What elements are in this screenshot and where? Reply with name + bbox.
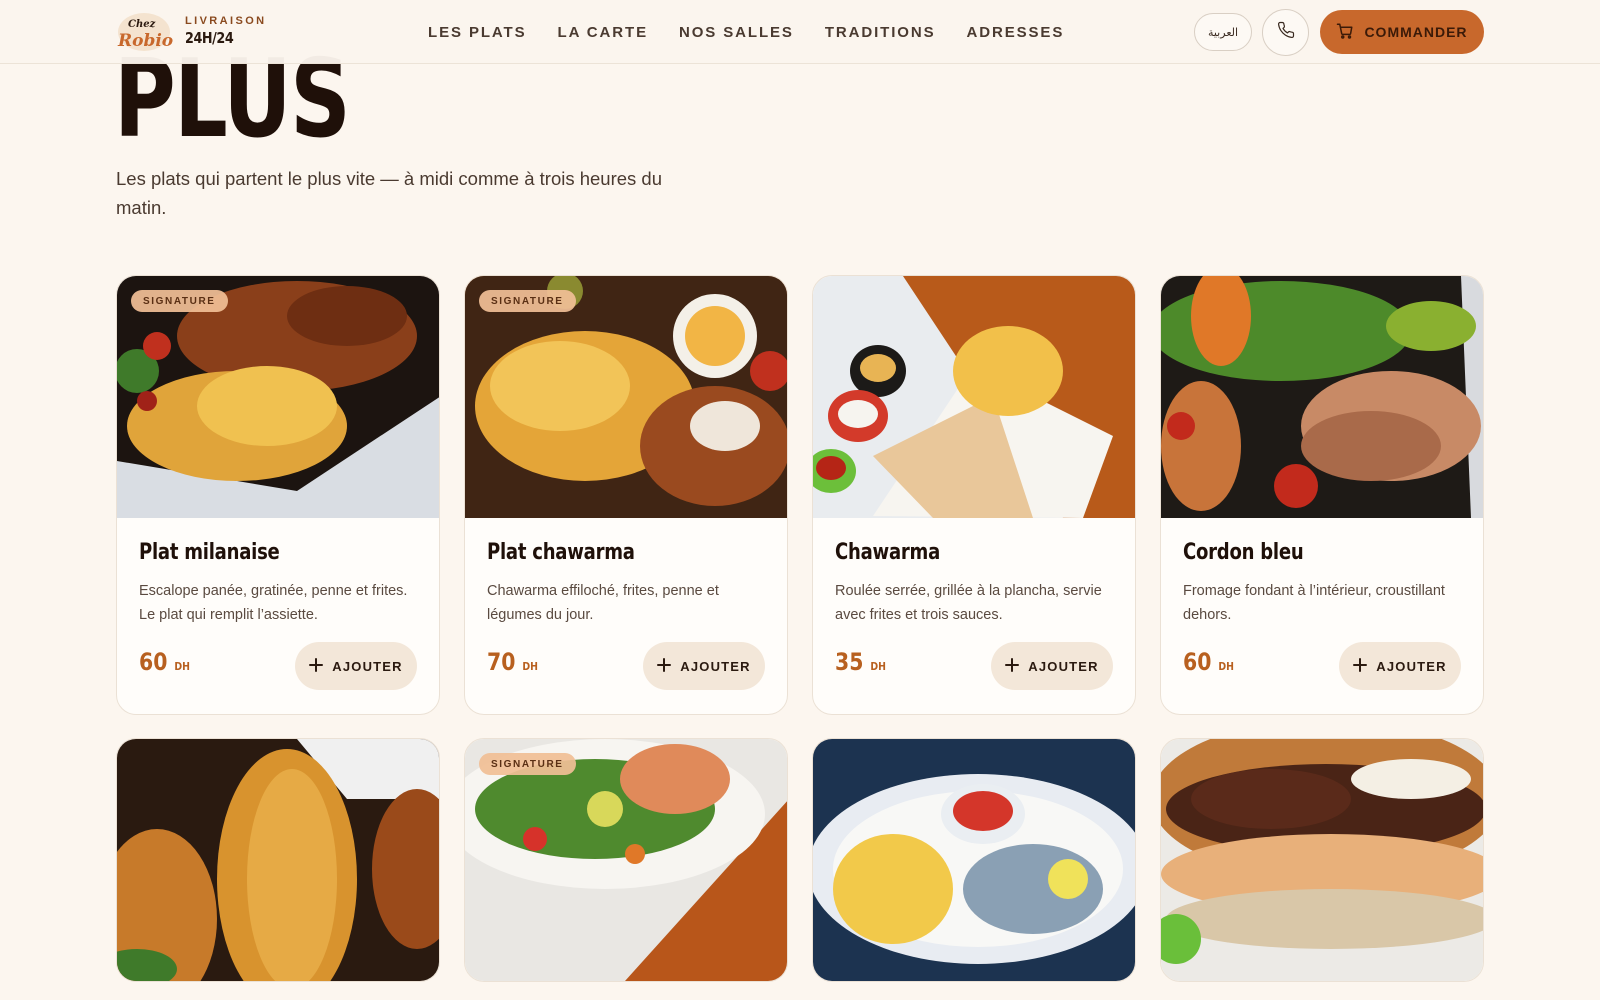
main-nav: LES PLATS LA CARTE NOS SALLES TRADITIONS… <box>428 0 1064 64</box>
dish-description: Escalope panée, gratinée, penne et frite… <box>139 583 408 623</box>
nav-traditions[interactable]: TRADITIONS <box>825 24 936 41</box>
price-currency: DH <box>522 660 539 673</box>
dish-photo <box>1161 739 1483 981</box>
add-label: AJOUTER <box>332 658 403 674</box>
add-label: AJOUTER <box>1376 658 1447 674</box>
card-body: Chawarma Roulée serrée, grillée à la pla… <box>813 518 1135 714</box>
price-currency: DH <box>870 660 887 673</box>
brand-logo[interactable]: Chez Robio <box>116 10 176 54</box>
plus-icon <box>309 657 324 675</box>
dish-price: 35 DH <box>835 648 888 676</box>
dish-card[interactable] <box>1160 738 1484 982</box>
price-value: 70 <box>487 648 516 676</box>
dish-price: 60 DH <box>1183 648 1236 676</box>
cart-icon <box>1336 22 1354 43</box>
dish-photo: SIGNATURE <box>117 276 439 518</box>
add-label: AJOUTER <box>1028 658 1099 674</box>
card-body: Plat chawarma Chawarma effiloché, frites… <box>465 518 787 714</box>
phone-button[interactable] <box>1262 9 1309 56</box>
dish-photo <box>1161 276 1483 518</box>
plus-icon <box>1005 657 1020 675</box>
price-currency: DH <box>174 660 191 673</box>
add-to-cart-button[interactable]: AJOUTER <box>991 642 1113 690</box>
signature-badge: SIGNATURE <box>479 753 576 775</box>
phone-icon <box>1277 21 1295 44</box>
dish-card[interactable]: SIGNATURE <box>464 738 788 982</box>
dish-card[interactable]: Cordon bleu Fromage fondant à l’intérieu… <box>1160 275 1484 715</box>
dish-card[interactable]: Chawarma Roulée serrée, grillée à la pla… <box>812 275 1136 715</box>
dish-photo <box>813 739 1135 981</box>
add-to-cart-button[interactable]: AJOUTER <box>643 642 765 690</box>
order-label: COMMANDER <box>1364 24 1468 40</box>
dish-card[interactable]: SIGNATURE Plat milanaise Escalope panée,… <box>116 275 440 715</box>
dish-price: 60 DH <box>139 648 192 676</box>
price-currency: DH <box>1218 660 1235 673</box>
dish-title: Cordon bleu <box>1183 540 1304 565</box>
add-label: AJOUTER <box>680 658 751 674</box>
dish-title: Plat chawarma <box>487 540 635 565</box>
dish-photo: SIGNATURE <box>465 276 787 518</box>
tagline-top: LIVRAISON <box>185 15 267 27</box>
signature-badge: SIGNATURE <box>131 290 228 312</box>
add-to-cart-button[interactable]: AJOUTER <box>1339 642 1461 690</box>
dish-card[interactable]: SIGNATURE Plat chawarma Chawarma effiloc… <box>464 275 788 715</box>
price-value: 60 <box>1183 648 1212 676</box>
dish-photo <box>813 276 1135 518</box>
dish-photo <box>117 739 439 981</box>
svg-text:Chez: Chez <box>128 19 156 30</box>
dish-photo: SIGNATURE <box>465 739 787 981</box>
nav-la-carte[interactable]: LA CARTE <box>558 24 648 41</box>
plus-icon <box>657 657 672 675</box>
order-button[interactable]: COMMANDER <box>1320 10 1484 54</box>
add-to-cart-button[interactable]: AJOUTER <box>295 642 417 690</box>
dish-description: Fromage fondant à l’intérieur, croustill… <box>1183 583 1445 623</box>
dish-title: Chawarma <box>835 540 940 565</box>
signature-badge: SIGNATURE <box>479 290 576 312</box>
plus-icon <box>1353 657 1368 675</box>
price-value: 35 <box>835 648 864 676</box>
dish-card[interactable] <box>812 738 1136 982</box>
site-header: Chez Robio LIVRAISON 24H/24 LES PLATS LA… <box>0 0 1600 64</box>
language-button[interactable]: العربية <box>1194 13 1252 51</box>
svg-text:Robio: Robio <box>117 31 173 51</box>
card-body: Plat milanaise Escalope panée, gratinée,… <box>117 518 439 714</box>
nav-les-plats[interactable]: LES PLATS <box>428 24 527 41</box>
dish-card[interactable] <box>116 738 440 982</box>
nav-nos-salles[interactable]: NOS SALLES <box>679 24 794 41</box>
tagline-bottom: 24H/24 <box>185 29 234 47</box>
card-body: Cordon bleu Fromage fondant à l’intérieu… <box>1161 518 1483 714</box>
price-value: 60 <box>139 648 168 676</box>
nav-adresses[interactable]: ADRESSES <box>967 24 1065 41</box>
dish-description: Roulée serrée, grillée à la plancha, ser… <box>835 583 1102 623</box>
dish-title: Plat milanaise <box>139 540 280 565</box>
dish-price: 70 DH <box>487 648 540 676</box>
dish-description: Chawarma effiloché, frites, penne et lég… <box>487 583 719 623</box>
page-subtitle: Les plats qui partent le plus vite — à m… <box>116 168 663 218</box>
